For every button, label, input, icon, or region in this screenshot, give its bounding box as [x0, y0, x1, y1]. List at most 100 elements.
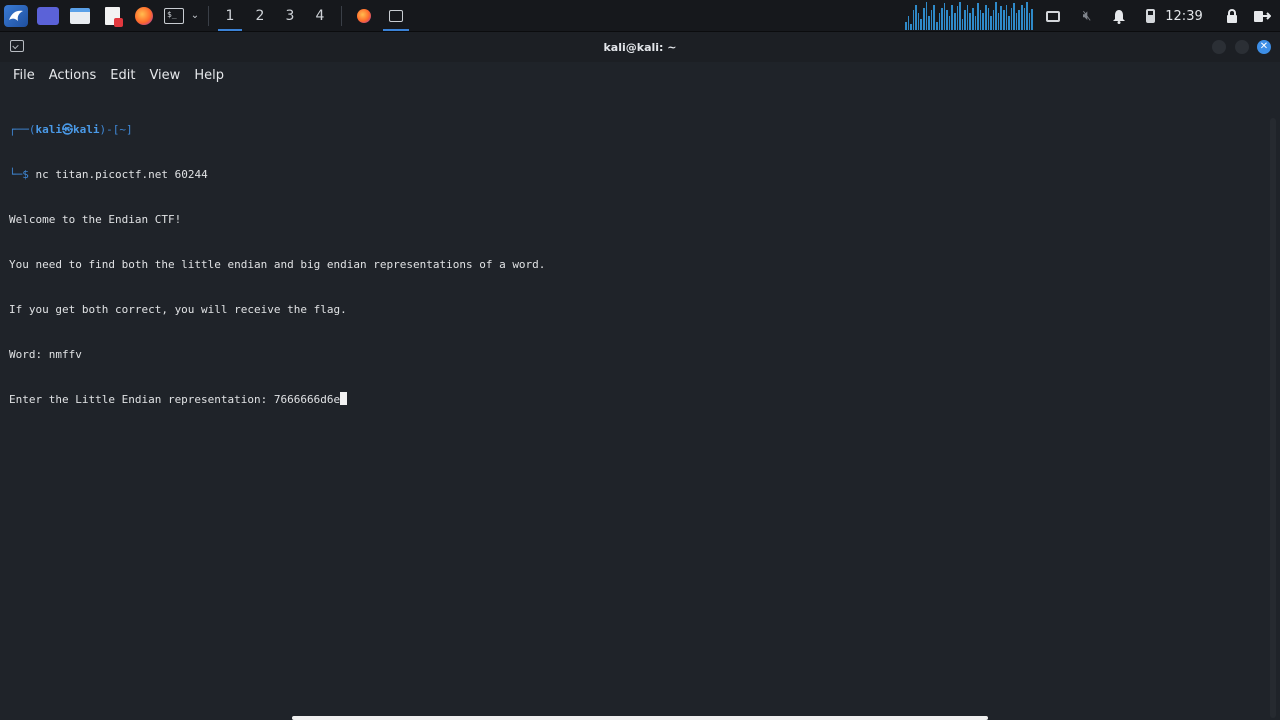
cpu-graph-bar — [920, 18, 923, 30]
clock[interactable]: 12:39 — [1162, 0, 1206, 32]
prompt-user: kali㉿kali — [35, 123, 100, 136]
menu-help[interactable]: Help — [187, 68, 231, 83]
terminal-icon: $_ — [164, 7, 184, 24]
firefox-icon — [357, 8, 371, 23]
prompt-frame-close: )-[~] — [99, 123, 133, 136]
notifications-tray-button[interactable] — [1108, 0, 1130, 32]
cpu-graph-bar — [915, 4, 917, 30]
input-prompt: Enter the Little Endian representation: — [9, 393, 274, 406]
cpu-graph-bar — [969, 13, 972, 30]
volume-tray-button[interactable]: 🔇︎ — [1076, 0, 1098, 32]
prompt-line-1: ┌──(kali㉿kali)-[~] — [9, 122, 1257, 137]
terminal-launcher[interactable]: $_ — [160, 0, 188, 32]
menu-view[interactable]: View — [142, 68, 187, 83]
cpu-graph-bar — [1018, 10, 1021, 30]
workspace-3[interactable]: 3 — [275, 0, 305, 32]
output-line: Word: nmffv — [9, 348, 82, 361]
cpu-graph-bar — [907, 16, 910, 30]
cpu-graph-bar — [1028, 13, 1031, 30]
cpu-graph-bar — [1002, 10, 1005, 30]
terminal-window: kali@kali: ~ ✕ File Actions Edit View He… — [0, 32, 1280, 720]
close-button[interactable]: ✕ — [1257, 40, 1271, 54]
menu-file[interactable]: File — [6, 68, 42, 83]
workspace-2[interactable]: 2 — [245, 0, 275, 32]
display-tray-button[interactable] — [1042, 0, 1064, 32]
cpu-graph-bar — [946, 10, 948, 30]
window-titlebar[interactable]: kali@kali: ~ ✕ — [0, 32, 1280, 62]
battery-icon — [1145, 9, 1155, 23]
logout-button[interactable] — [1250, 0, 1274, 32]
input-line: Enter the Little Endian representation: … — [9, 392, 1257, 407]
monitor-icon — [1046, 10, 1060, 22]
workspace-4[interactable]: 4 — [305, 0, 335, 32]
taskbar-firefox[interactable] — [348, 0, 380, 32]
cpu-graph-bar — [917, 13, 920, 30]
cpu-graph-bar — [953, 13, 956, 30]
prompt-line-2: └─$ nc titan.picoctf.net 60244 — [9, 167, 1257, 182]
cpu-graph-bar — [930, 10, 933, 30]
launcher-dropdown[interactable]: ⌄ — [188, 0, 202, 32]
menu-edit[interactable]: Edit — [103, 68, 142, 83]
application-menu-button[interactable] — [0, 0, 32, 32]
cpu-graph-bar — [905, 21, 907, 30]
lock-icon — [1227, 9, 1237, 23]
cpu-graph — [905, 2, 1033, 30]
logout-icon — [1254, 11, 1271, 22]
cpu-graph-bar — [990, 16, 992, 30]
desktop-icon — [37, 6, 59, 25]
cpu-graph-bar — [974, 16, 977, 30]
cpu-graph-bar — [992, 10, 995, 30]
cpu-graph-bar — [982, 13, 984, 30]
terminal-scrollbar[interactable] — [1270, 118, 1276, 718]
minimize-button[interactable] — [1212, 40, 1226, 54]
workspace-1[interactable]: 1 — [215, 0, 245, 32]
cpu-graph-bar — [956, 6, 959, 30]
cpu-graph-bar — [984, 4, 987, 30]
cpu-graph-bar — [964, 10, 966, 30]
taskbar-terminal[interactable] — [380, 0, 412, 32]
prompt-symbol: └─$ — [9, 168, 36, 181]
cpu-graph-bar — [1005, 4, 1008, 30]
cpu-graph-bar — [1000, 6, 1002, 30]
terminal-output[interactable]: ┌──(kali㉿kali)-[~] └─$ nc titan.picoctf.… — [0, 88, 1266, 720]
maximize-button[interactable] — [1235, 40, 1249, 54]
cpu-graph-bar — [972, 7, 974, 30]
cpu-graph-bar — [935, 21, 938, 30]
cpu-graph-bar — [961, 18, 964, 30]
kali-dragon-icon — [4, 4, 28, 27]
bell-icon — [1113, 9, 1125, 24]
folder-icon — [70, 7, 90, 24]
battery-tray-button[interactable] — [1140, 0, 1160, 32]
cpu-graph-bar — [1021, 4, 1023, 30]
cpu-graph-bar — [979, 10, 982, 30]
cpu-graph-bar — [966, 4, 969, 30]
cpu-graph-bar — [997, 13, 1000, 30]
cpu-graph-bar — [1023, 7, 1026, 30]
cpu-graph-bar — [948, 16, 951, 30]
cpu-graph-bar — [923, 7, 925, 30]
cpu-graph-bar — [987, 7, 990, 30]
panel-separator — [208, 5, 209, 26]
firefox-launcher[interactable] — [128, 0, 160, 32]
show-desktop-button[interactable] — [32, 0, 64, 32]
cpu-graph-bar — [941, 7, 943, 30]
cpu-graph-bar — [1026, 2, 1028, 30]
cpu-graph-bar — [928, 16, 930, 30]
input-value[interactable]: 7666666d6e — [274, 393, 340, 406]
cpu-graph-bar — [933, 4, 935, 30]
terminal-window-icon[interactable] — [10, 40, 24, 52]
chevron-down-icon: ⌄ — [190, 10, 200, 21]
cpu-graph-bar — [951, 4, 953, 30]
top-panel: $_ ⌄ 1 2 3 4 🔇︎ 12:39 — [0, 0, 1280, 32]
cpu-graph-bar — [938, 13, 941, 30]
text-editor-icon — [104, 6, 123, 27]
firefox-icon — [135, 6, 153, 25]
volume-muted-icon: 🔇︎ — [1082, 8, 1092, 24]
file-manager-launcher[interactable] — [64, 0, 96, 32]
lock-screen-button[interactable] — [1222, 0, 1242, 32]
cpu-graph-bar — [1010, 7, 1013, 30]
menu-actions[interactable]: Actions — [42, 68, 104, 83]
prompt-frame-open: ┌──( — [9, 123, 36, 136]
close-icon: ✕ — [1259, 41, 1269, 52]
text-editor-launcher[interactable] — [96, 0, 128, 32]
